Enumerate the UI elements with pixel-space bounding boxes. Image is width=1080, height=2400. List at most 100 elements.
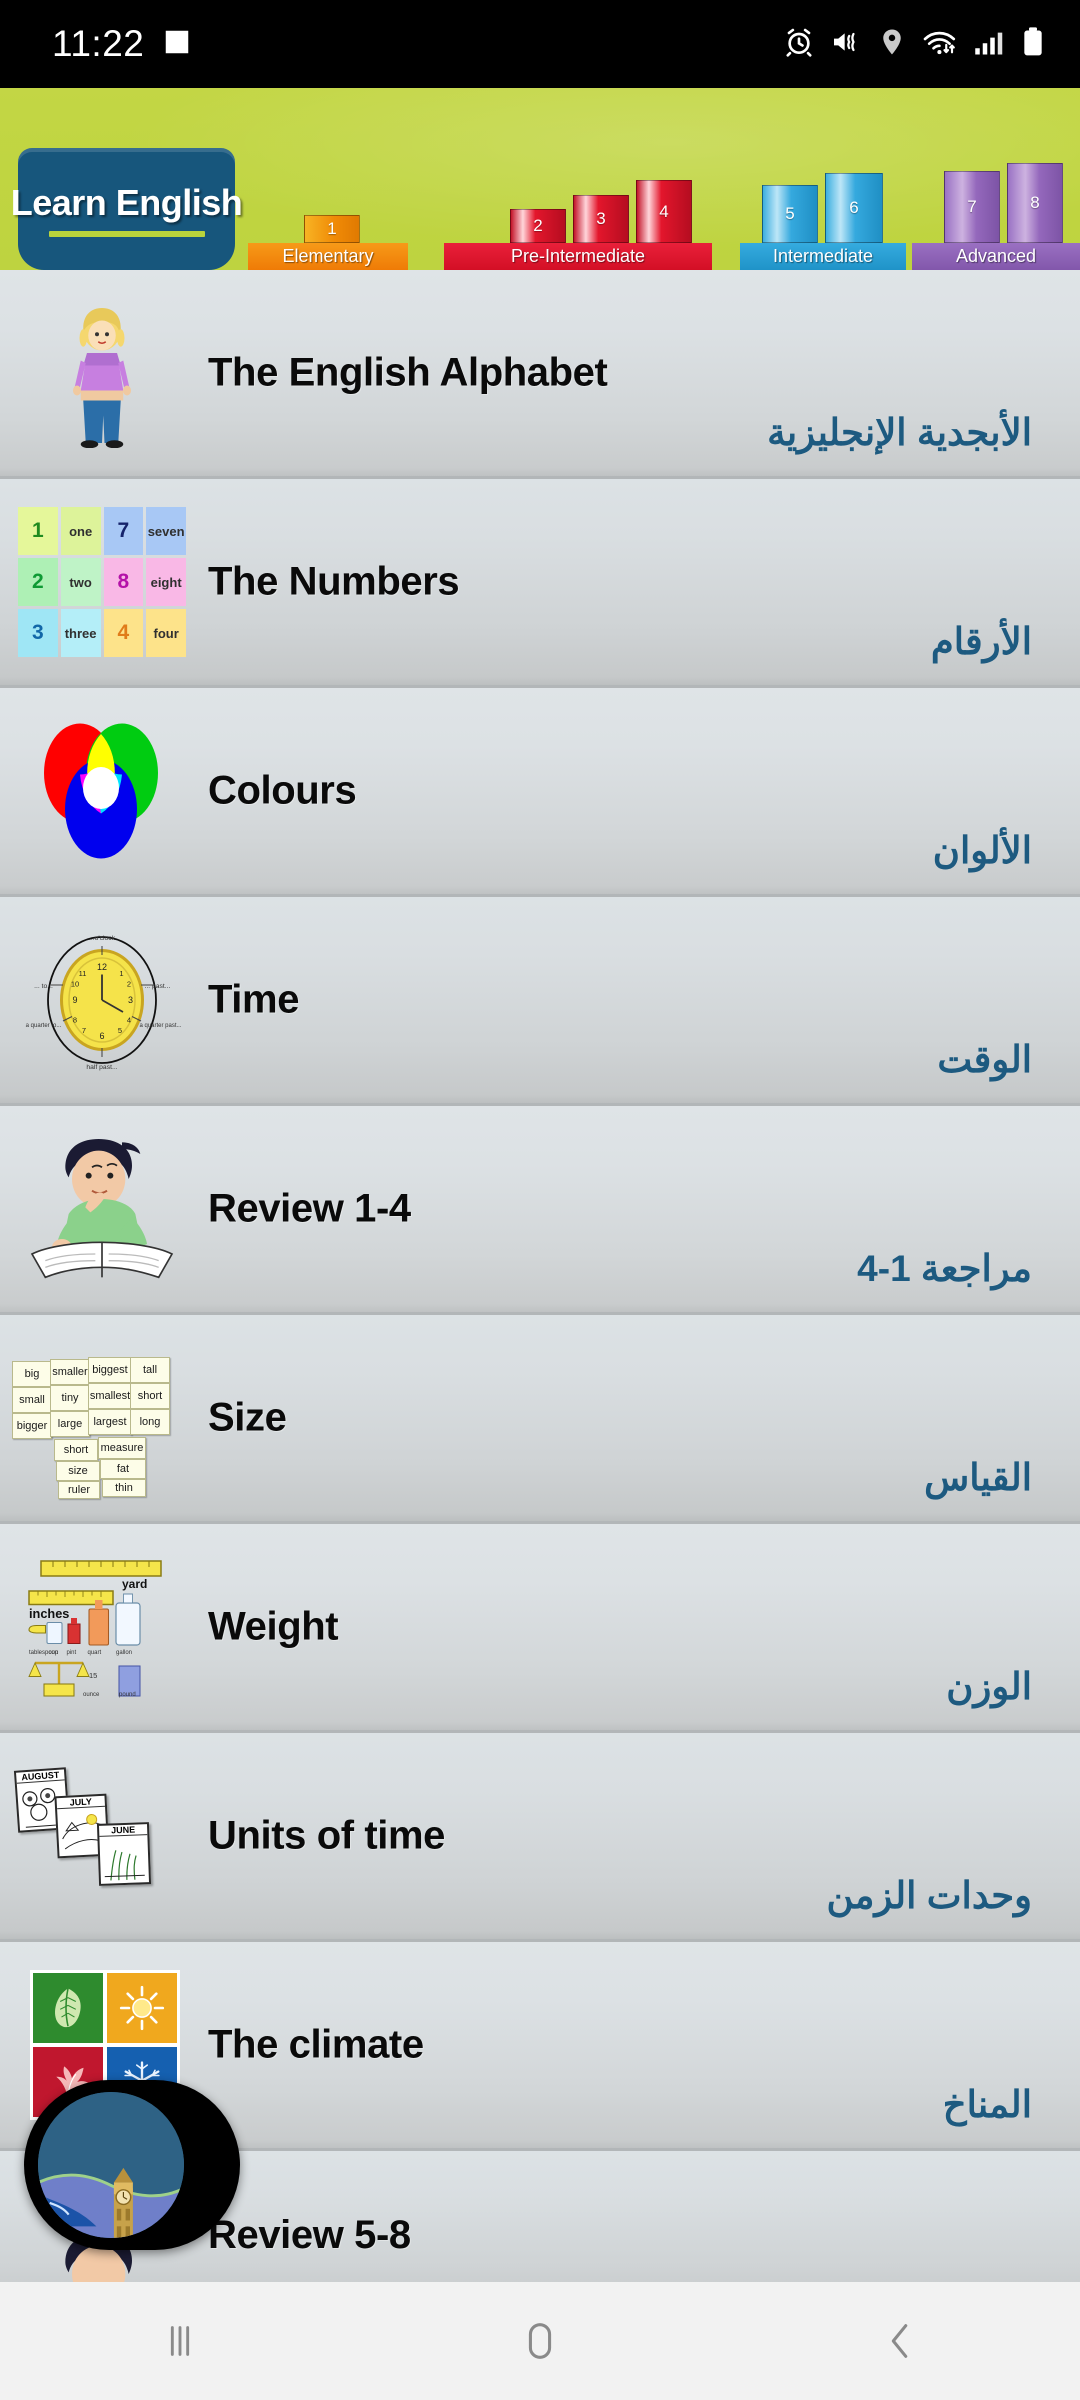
unit-bar-8[interactable]: 8 <box>1007 163 1063 243</box>
level-label-elementary: Elementary <box>248 243 408 270</box>
size-card: thin <box>102 1479 146 1497</box>
lesson-title: Time <box>208 977 300 1022</box>
level-label-advanced: Advanced <box>912 243 1080 270</box>
svg-text:6: 6 <box>99 1031 104 1041</box>
list-item[interactable]: big smaller biggest tall small tiny smal… <box>0 1315 1080 1524</box>
unit-bar-5[interactable]: 5 <box>762 185 818 243</box>
lesson-title-arabic: الوزن <box>946 1666 1032 1707</box>
wifi-icon <box>922 26 958 63</box>
size-card: smallest <box>88 1383 132 1409</box>
app-banner: Learn English 1 Elementary 2 3 4 Pre-Int… <box>0 88 1080 270</box>
calendar-page: JUNE <box>96 1822 152 1886</box>
calendar-pages-icon: AUGUST JULY JUNE <box>12 1761 180 1911</box>
list-item[interactable]: Review 1-4 مراجعة 1-4 <box>0 1106 1080 1315</box>
alarm-icon <box>783 26 815 63</box>
number-cell: 7 <box>103 507 144 555</box>
size-card: long <box>130 1409 170 1435</box>
unit-bar-1[interactable]: 1 <box>304 215 360 243</box>
svg-text:11: 11 <box>79 969 87 978</box>
svg-text:pound: pound <box>119 1692 136 1698</box>
svg-text:a quarter past...: a quarter past... <box>139 1023 181 1029</box>
size-card: measure <box>98 1437 146 1459</box>
screenshot-image-icon <box>162 27 192 62</box>
season-summer-icon <box>107 1973 177 2043</box>
lesson-list[interactable]: The English Alphabet الأبجدية الإنجليزية… <box>0 270 1080 2311</box>
svg-text:10: 10 <box>71 980 79 989</box>
list-item[interactable]: Colours الألوان <box>0 688 1080 897</box>
svg-text:8: 8 <box>73 1016 77 1025</box>
svg-text:9: 9 <box>72 995 77 1005</box>
list-item[interactable]: AUGUST JULY JUNE Units of time وحدات الز… <box>0 1733 1080 1942</box>
number-cell: 1 <box>18 507 58 555</box>
size-word-cards-icon: big smaller biggest tall small tiny smal… <box>10 1343 178 1499</box>
lesson-title: The English Alphabet <box>208 350 608 395</box>
unit-bar-3[interactable]: 3 <box>573 195 629 243</box>
size-card: fat <box>100 1459 146 1479</box>
size-card: bigger <box>12 1413 52 1439</box>
size-card: ruler <box>58 1481 100 1499</box>
boy-reading-icon <box>18 1134 186 1284</box>
svg-text:5: 5 <box>118 1026 122 1035</box>
big-ben-landscape-image[interactable] <box>38 2092 184 2238</box>
level-intermediate[interactable]: 5 6 Intermediate <box>740 166 906 270</box>
svg-text:inches: inches <box>29 1606 69 1621</box>
list-item[interactable]: yard inches tablespoon cup pint quart ga… <box>0 1524 1080 1733</box>
unit-bar-7[interactable]: 7 <box>944 171 1000 243</box>
size-card: tiny <box>50 1385 90 1411</box>
location-icon <box>877 27 907 62</box>
svg-text:...o'clock: ...o'clock <box>89 935 116 942</box>
svg-text:cup: cup <box>49 1650 59 1656</box>
lesson-title: The climate <box>208 2022 424 2067</box>
floating-overlay-bubble[interactable] <box>24 2080 240 2250</box>
system-navigation-bar[interactable] <box>0 2282 1080 2400</box>
numbers-grid-icon: 1 one 7 seven 2 two 8 eight 3 three 4 fo… <box>18 507 186 657</box>
lesson-title: Units of time <box>208 1813 446 1858</box>
app-logo-text: Learn English <box>10 181 243 223</box>
level-advanced[interactable]: 7 8 Advanced <box>912 158 1080 270</box>
number-cell: 2 <box>18 558 58 606</box>
recents-button[interactable] <box>80 2282 280 2400</box>
level-elementary[interactable]: 1 Elementary <box>248 200 408 270</box>
level-pre-intermediate[interactable]: 2 3 4 Pre-Intermediate <box>444 178 712 270</box>
unit-bar-6[interactable]: 6 <box>825 173 883 243</box>
unit-bar-2[interactable]: 2 <box>510 209 566 243</box>
lesson-title: Weight <box>208 1604 339 1649</box>
svg-text:1: 1 <box>119 969 123 978</box>
lesson-title-arabic: الألوان <box>932 830 1032 871</box>
size-card: large <box>50 1411 90 1437</box>
svg-text:15: 15 <box>89 1671 97 1680</box>
lesson-title-arabic: الأرقام <box>930 621 1032 662</box>
lesson-title: Size <box>208 1395 287 1440</box>
size-card: big <box>12 1361 52 1387</box>
list-item[interactable]: The English Alphabet الأبجدية الإنجليزية <box>0 270 1080 479</box>
back-button[interactable] <box>800 2282 1000 2400</box>
size-card: small <box>12 1387 52 1413</box>
level-label-intermediate: Intermediate <box>740 243 906 270</box>
svg-text:... past...: ... past... <box>145 983 171 990</box>
svg-text:... to...: ... to... <box>34 983 53 990</box>
list-item[interactable]: 12 3 6 9 11 1 2 4 5 7 8 10 ...o'clock ..… <box>0 897 1080 1106</box>
svg-text:yard: yard <box>122 1577 147 1591</box>
svg-text:2: 2 <box>127 980 131 989</box>
clock-icon: 12 3 6 9 11 1 2 4 5 7 8 10 ...o'clock ..… <box>18 925 186 1075</box>
svg-text:quart: quart <box>88 1650 102 1656</box>
number-cell: 3 <box>18 609 58 657</box>
level-label-pre-intermediate: Pre-Intermediate <box>444 243 712 270</box>
svg-text:12: 12 <box>97 962 107 972</box>
lesson-title-arabic: المناخ <box>942 2084 1032 2125</box>
lesson-title-arabic: الوقت <box>937 1039 1032 1080</box>
season-spring-icon <box>33 1973 103 2043</box>
lesson-title-arabic: القياس <box>924 1457 1032 1498</box>
svg-text:4: 4 <box>127 1016 131 1025</box>
unit-bar-4[interactable]: 4 <box>636 180 692 243</box>
girl-standing-icon <box>18 298 186 449</box>
home-button[interactable] <box>440 2282 640 2400</box>
lesson-title-arabic: مراجعة 1-4 <box>857 1248 1032 1289</box>
size-card: tall <box>130 1357 170 1383</box>
signal-icon <box>973 27 1005 62</box>
svg-text:pint: pint <box>67 1650 77 1656</box>
number-cell: two <box>60 558 101 606</box>
number-cell: four <box>146 609 186 657</box>
list-item[interactable]: 1 one 7 seven 2 two 8 eight 3 three 4 fo… <box>0 479 1080 688</box>
number-cell: 4 <box>103 609 144 657</box>
